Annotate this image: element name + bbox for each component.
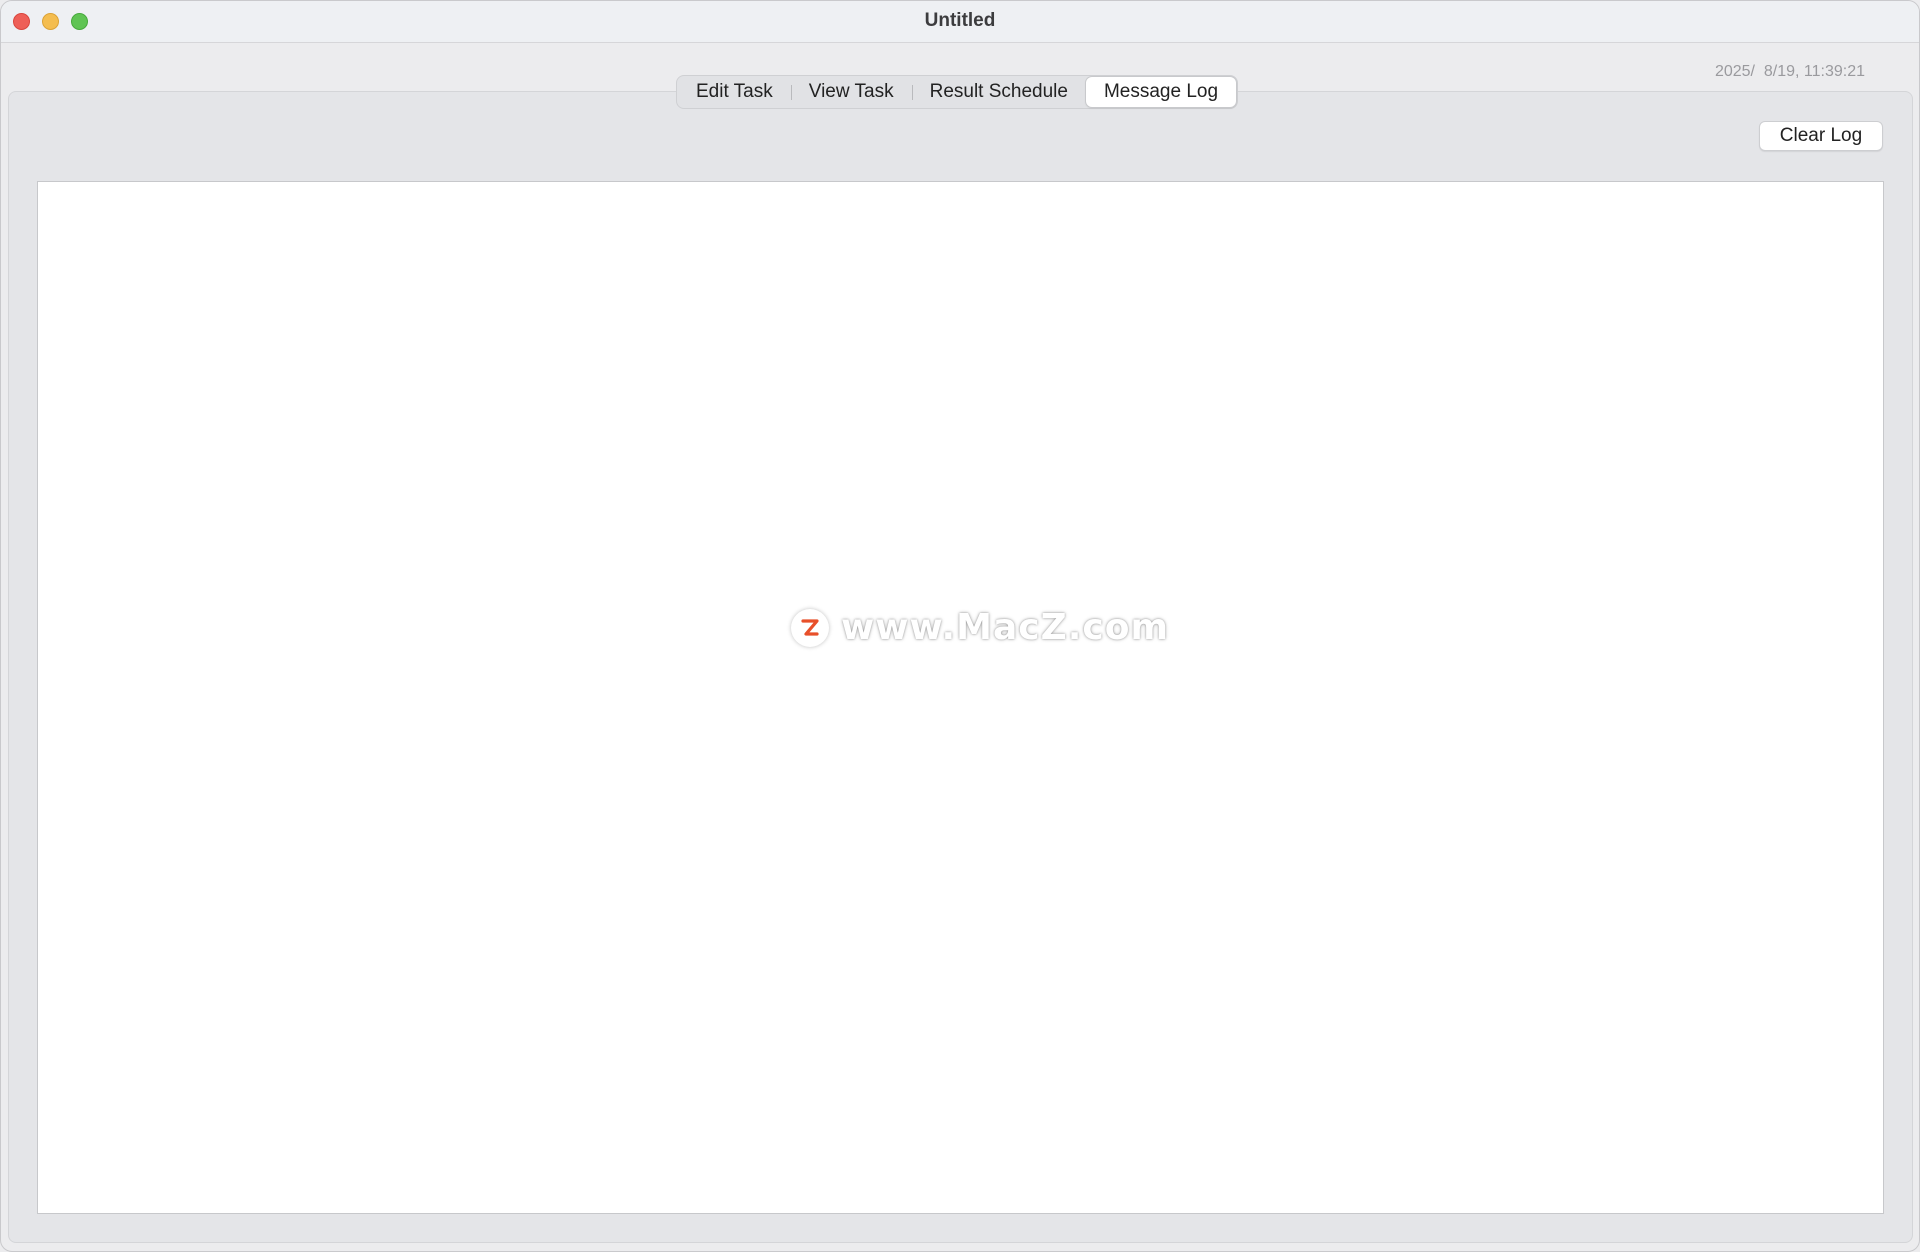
tab-bar: Edit Task View Task Result Schedule Mess…: [676, 75, 1239, 109]
title-bar[interactable]: Untitled: [1, 1, 1919, 43]
window-title: Untitled: [924, 10, 996, 31]
tab-edit-task[interactable]: Edit Task: [678, 77, 791, 107]
clear-log-button[interactable]: Clear Log: [1759, 121, 1883, 151]
app-window: Untitled 2025/ 8/19, 11:39:21 Edit Task …: [0, 0, 1920, 1252]
message-log-text-area[interactable]: [37, 181, 1884, 1214]
tab-view-task[interactable]: View Task: [790, 77, 912, 107]
timestamp-label: 2025/ 8/19, 11:39:21: [1714, 63, 1865, 80]
tab-message-log[interactable]: Message Log: [1085, 77, 1237, 107]
tab-result-schedule[interactable]: Result Schedule: [911, 77, 1086, 107]
